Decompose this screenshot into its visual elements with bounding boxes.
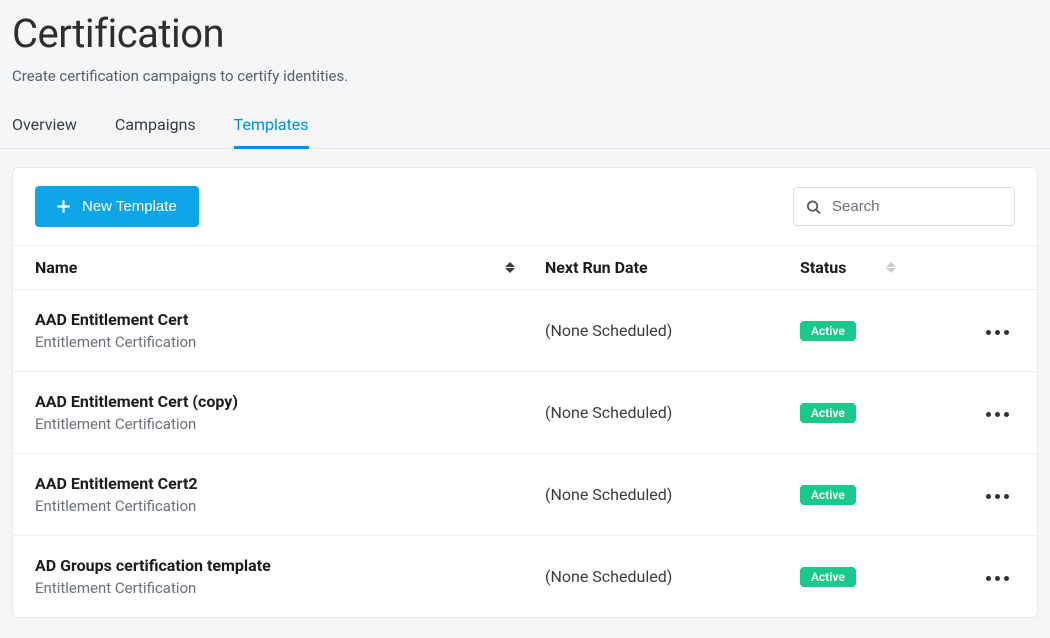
column-header-status[interactable]: Status	[800, 258, 960, 277]
sort-icon	[886, 261, 896, 275]
column-header-next-run[interactable]: Next Run Date	[545, 258, 800, 277]
search-wrap	[793, 187, 1015, 226]
page-title: Certification	[12, 10, 1038, 57]
row-actions-button[interactable]	[980, 406, 1015, 423]
more-icon	[1004, 412, 1009, 417]
more-icon	[986, 576, 991, 581]
row-actions-button[interactable]	[980, 570, 1015, 587]
next-run-value: (None Scheduled)	[545, 567, 672, 586]
next-run-value: (None Scheduled)	[545, 485, 672, 504]
next-run-value: (None Scheduled)	[545, 403, 672, 422]
row-actions-button[interactable]	[980, 488, 1015, 505]
next-run-value: (None Scheduled)	[545, 321, 672, 340]
more-icon	[1004, 330, 1009, 335]
column-header-name[interactable]: Name	[35, 258, 545, 277]
new-template-label: New Template	[82, 198, 177, 215]
template-subtype: Entitlement Certification	[35, 497, 198, 515]
search-input[interactable]	[793, 187, 1015, 226]
status-badge: Active	[800, 403, 856, 423]
tab-campaigns[interactable]: Campaigns	[115, 115, 196, 149]
status-badge: Active	[800, 485, 856, 505]
template-name: AAD Entitlement Cert2	[35, 474, 198, 493]
more-icon	[1004, 494, 1009, 499]
column-header-name-label: Name	[35, 258, 77, 277]
more-icon	[986, 330, 991, 335]
table-header: Name Next Run Date Status	[13, 245, 1037, 290]
status-badge: Active	[800, 567, 856, 587]
plus-icon	[57, 200, 70, 213]
more-icon	[995, 576, 1000, 581]
template-subtype: Entitlement Certification	[35, 333, 196, 351]
template-subtype: Entitlement Certification	[35, 579, 271, 597]
more-icon	[995, 494, 1000, 499]
table-row[interactable]: AAD Entitlement Cert Entitlement Certifi…	[13, 290, 1037, 372]
column-header-status-label: Status	[800, 258, 846, 277]
status-badge: Active	[800, 321, 856, 341]
more-icon	[995, 330, 1000, 335]
column-header-next-run-label: Next Run Date	[545, 258, 648, 277]
sort-icon	[505, 261, 515, 275]
tab-templates[interactable]: Templates	[234, 115, 309, 149]
tabs-nav: Overview Campaigns Templates	[0, 85, 1050, 149]
templates-card: New Template Name Next Run Date Status	[12, 167, 1038, 618]
new-template-button[interactable]: New Template	[35, 186, 199, 227]
template-name: AD Groups certification template	[35, 556, 271, 575]
search-icon	[806, 199, 821, 214]
template-name: AAD Entitlement Cert (copy)	[35, 392, 238, 411]
more-icon	[1004, 576, 1009, 581]
template-subtype: Entitlement Certification	[35, 415, 238, 433]
card-topbar: New Template	[13, 168, 1037, 245]
row-actions-button[interactable]	[980, 324, 1015, 341]
more-icon	[995, 412, 1000, 417]
template-name: AAD Entitlement Cert	[35, 310, 196, 329]
table-row[interactable]: AAD Entitlement Cert (copy) Entitlement …	[13, 372, 1037, 454]
more-icon	[986, 412, 991, 417]
table-row[interactable]: AAD Entitlement Cert2 Entitlement Certif…	[13, 454, 1037, 536]
table-row[interactable]: AD Groups certification template Entitle…	[13, 536, 1037, 617]
tab-overview[interactable]: Overview	[12, 115, 77, 149]
more-icon	[986, 494, 991, 499]
page-subtitle: Create certification campaigns to certif…	[12, 67, 1038, 85]
